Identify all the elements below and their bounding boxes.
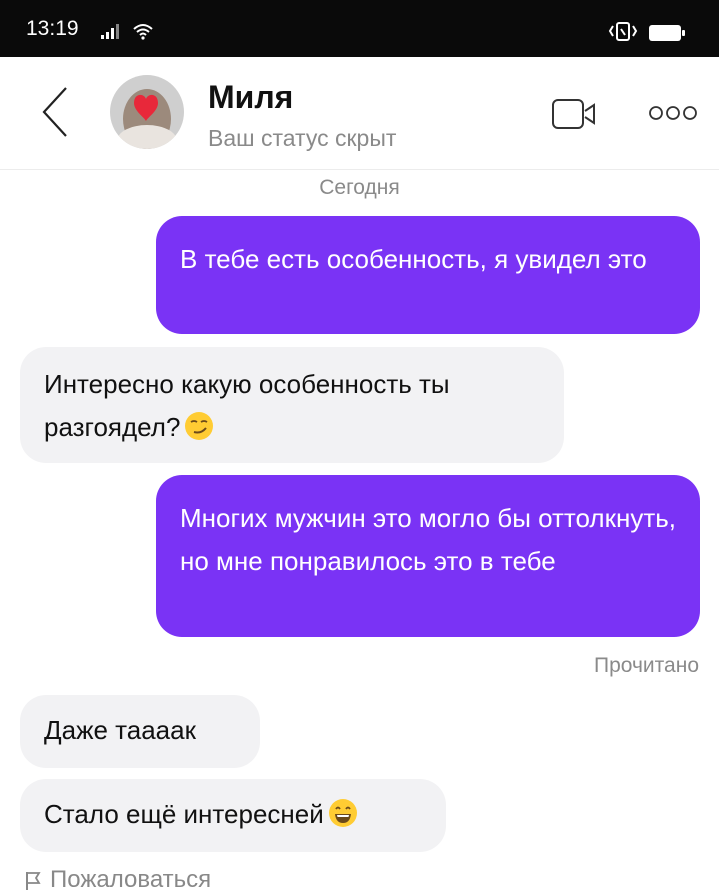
contact-name[interactable]: Миля [208, 79, 293, 116]
chat-header: Миля Ваш статус скрыт [0, 57, 719, 170]
message-incoming[interactable]: Интересно какую особенность ты разгоядел… [20, 347, 564, 463]
wifi-icon [133, 24, 153, 40]
back-arrow-icon[interactable] [36, 84, 76, 140]
report-link[interactable]: Пожаловаться [24, 866, 211, 894]
message-incoming[interactable]: Стало ещё интересней [20, 779, 446, 852]
message-text: В тебе есть особенность, я увидел это [180, 244, 647, 274]
more-icon[interactable] [648, 104, 698, 122]
contact-status: Ваш статус скрыт [208, 125, 397, 151]
vibrate-icon [608, 22, 638, 41]
battery-icon [649, 25, 685, 41]
status-bar: 13:19 [0, 0, 719, 57]
signal-icon [101, 24, 119, 39]
video-call-icon[interactable] [550, 97, 602, 133]
smirking-face-emoji-icon [185, 412, 214, 441]
message-text: Даже таааак [44, 715, 196, 745]
message-incoming[interactable]: Даже таааак [20, 695, 260, 768]
message-outgoing[interactable]: В тебе есть особенность, я увидел это [156, 216, 700, 334]
date-separator: Сегодня [319, 176, 400, 199]
message-text: Многих мужчин это могло бы оттолкнуть, н… [180, 503, 676, 576]
avatar[interactable] [110, 75, 184, 149]
message-outgoing[interactable]: Многих мужчин это могло бы оттолкнуть, н… [156, 475, 700, 637]
report-label: Пожаловаться [50, 866, 212, 893]
report-icon [26, 871, 41, 890]
read-receipt: Прочитано [594, 654, 699, 677]
status-time: 13:19 [26, 17, 79, 40]
message-text: Стало ещё интересней [44, 799, 324, 829]
message-text: Интересно какую особенность ты разгоядел… [44, 369, 450, 442]
grinning-face-emoji-icon [328, 799, 357, 828]
